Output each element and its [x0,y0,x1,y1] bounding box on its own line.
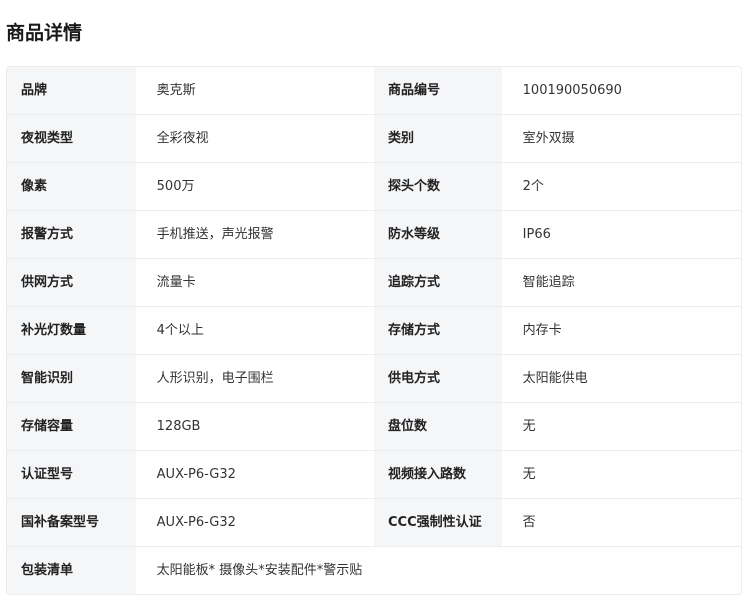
spec-row: 报警方式 手机推送，声光报警 防水等级 IP66 [7,211,741,259]
spec-value: 手机推送，声光报警 [135,211,374,258]
spec-row: 存储容量 128GB 盘位数 无 [7,403,741,451]
spec-label: 像素 [7,163,136,210]
spec-label: 智能识别 [7,355,136,402]
spec-value: IP66 [501,211,741,258]
spec-label: 防水等级 [374,211,502,258]
spec-row: 智能识别 人形识别，电子围栏 供电方式 太阳能供电 [7,355,741,403]
spec-label: 探头个数 [374,163,502,210]
spec-row: 认证型号 AUX-P6-G32 视频接入路数 无 [7,451,741,499]
spec-value: AUX-P6-G32 [135,499,374,546]
spec-label: 国补备案型号 [7,499,136,546]
spec-value: AUX-P6-G32 [135,451,374,498]
spec-row: 补光灯数量 4个以上 存储方式 内存卡 [7,307,741,355]
spec-row-packing-list: 包装清单 太阳能板* 摄像头*安装配件*警示贴 [7,547,741,594]
spec-label: 类别 [374,115,502,162]
spec-label: 供电方式 [374,355,502,402]
spec-label: 报警方式 [7,211,136,258]
spec-row: 像素 500万 探头个数 2个 [7,163,741,211]
spec-value: 太阳能板* 摄像头*安装配件*警示贴 [135,547,741,594]
spec-label: 视频接入路数 [374,451,502,498]
spec-label: CCC强制性认证 [374,499,502,546]
spec-row: 供网方式 流量卡 追踪方式 智能追踪 [7,259,741,307]
spec-row: 夜视类型 全彩夜视 类别 室外双摄 [7,115,741,163]
spec-row: 国补备案型号 AUX-P6-G32 CCC强制性认证 否 [7,499,741,547]
spec-value: 室外双摄 [501,115,741,162]
spec-value: 500万 [135,163,374,210]
spec-value: 全彩夜视 [135,115,374,162]
page-title: 商品详情 [6,22,83,44]
spec-label: 补光灯数量 [7,307,136,354]
spec-label: 供网方式 [7,259,136,306]
spec-value: 人形识别，电子围栏 [135,355,374,402]
spec-value: 无 [501,403,741,450]
spec-label: 存储方式 [374,307,502,354]
spec-label: 包装清单 [7,547,136,594]
spec-label: 品牌 [7,67,136,114]
spec-label: 认证型号 [7,451,136,498]
spec-value: 内存卡 [501,307,741,354]
spec-value: 128GB [135,403,374,450]
spec-value: 无 [501,451,741,498]
spec-value: 100190050690 [501,67,741,114]
spec-value: 否 [501,499,741,546]
spec-value: 流量卡 [135,259,374,306]
spec-label: 商品编号 [374,67,502,114]
spec-value: 太阳能供电 [501,355,741,402]
spec-value: 2个 [501,163,741,210]
spec-table: 品牌 奥克斯 商品编号 100190050690 夜视类型 全彩夜视 类别 室外… [6,66,742,595]
spec-value: 4个以上 [135,307,374,354]
spec-label: 盘位数 [374,403,502,450]
spec-row: 品牌 奥克斯 商品编号 100190050690 [7,67,741,115]
spec-label: 追踪方式 [374,259,502,306]
spec-value: 奥克斯 [135,67,374,114]
spec-label: 夜视类型 [7,115,136,162]
spec-value: 智能追踪 [501,259,741,306]
spec-label: 存储容量 [7,403,136,450]
